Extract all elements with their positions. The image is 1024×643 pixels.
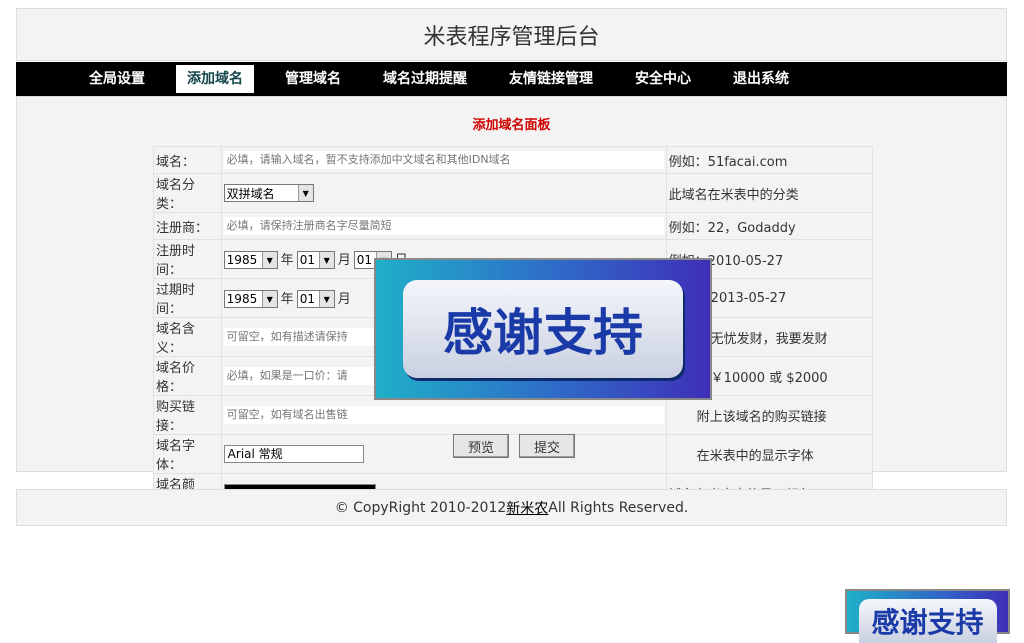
reg-year-value: 1985: [226, 253, 258, 268]
page-title: 米表程序管理后台: [423, 24, 600, 50]
preview-button[interactable]: 预览: [453, 434, 509, 458]
row-registrar: 注册商： 例如：22，Godaddy: [153, 212, 874, 240]
label-expdate: 过期时间：: [153, 278, 222, 318]
buylink-input[interactable]: [223, 406, 664, 424]
nav-manage-domains[interactable]: 管理域名: [274, 65, 352, 93]
main-nav: 全局设置 添加域名 管理域名 域名过期提醒 友情链接管理 安全中心 退出系统: [16, 62, 1007, 96]
thanks-popup-text: 感谢支持: [403, 280, 683, 378]
footer: © CopyRight 2010-2012 新米农 All Rights Res…: [16, 489, 1007, 526]
hint-font: 在米表中的显示字体: [665, 434, 874, 474]
reg-year-select[interactable]: 1985 ▼: [223, 251, 278, 270]
label-font: 域名字体：: [153, 434, 222, 474]
reg-day-value: 01: [356, 253, 372, 268]
submit-button[interactable]: 提交: [519, 434, 575, 458]
footer-link[interactable]: 新米农: [506, 498, 548, 518]
thanks-corner-text: 感谢支持: [858, 599, 997, 643]
nav-expiry-reminder[interactable]: 域名过期提醒: [372, 65, 478, 93]
hint-registrar: 例如：22，Godaddy: [665, 212, 874, 240]
category-value: 双拼域名: [226, 186, 275, 201]
row-font: 域名字体： Arial 常规 在米表中的显示字体: [153, 434, 874, 474]
exp-year-select[interactable]: 1985 ▼: [223, 290, 278, 309]
nav-global-settings[interactable]: 全局设置: [78, 65, 156, 93]
chevron-down-icon: ▼: [318, 291, 334, 308]
label-meaning: 域名含义：: [153, 317, 222, 357]
thanks-popup-banner[interactable]: 感谢支持: [374, 258, 712, 400]
footer-prefix: © CopyRight 2010-2012: [334, 499, 507, 516]
unit-year: 年: [280, 291, 294, 307]
unit-month: 月: [337, 291, 351, 307]
hint-category: 此域名在米表中的分类: [665, 173, 874, 213]
unit-year: 年: [280, 252, 294, 268]
exp-month-select[interactable]: 01 ▼: [296, 290, 335, 309]
thanks-corner-banner[interactable]: 感谢支持: [845, 589, 1010, 643]
chevron-down-icon: ▼: [318, 252, 334, 269]
domain-input[interactable]: [223, 151, 664, 169]
exp-year-value: 1985: [226, 292, 258, 307]
panel-title: 添加域名面板: [472, 118, 551, 133]
row-category: 域名分类： 双拼域名 ▼ 此域名在米表中的分类: [153, 173, 874, 213]
exp-month-value: 01: [299, 292, 315, 307]
registrar-input[interactable]: [223, 217, 664, 235]
chevron-down-icon: ▼: [297, 185, 313, 201]
label-price: 域名价格：: [153, 356, 222, 396]
chevron-down-icon: ▼: [261, 252, 277, 269]
category-select[interactable]: 双拼域名 ▼: [223, 184, 314, 202]
footer-suffix: All Rights Reserved.: [548, 499, 689, 516]
nav-security[interactable]: 安全中心: [624, 65, 702, 93]
page-header: 米表程序管理后台: [16, 8, 1007, 61]
hint-domain: 例如：51facai.com: [665, 146, 874, 174]
label-registrar: 注册商：: [153, 212, 222, 240]
reg-month-value: 01: [299, 253, 315, 268]
nav-add-domain[interactable]: 添加域名: [176, 65, 254, 93]
label-regdate: 注册时间：: [153, 239, 222, 279]
chevron-down-icon: ▼: [261, 291, 277, 308]
label-category: 域名分类：: [153, 173, 222, 213]
font-input[interactable]: Arial 常规: [223, 445, 364, 463]
row-domain: 域名： 例如：51facai.com: [153, 146, 874, 174]
label-domain: 域名：: [153, 146, 222, 174]
unit-month: 月: [337, 252, 351, 268]
reg-month-select[interactable]: 01 ▼: [296, 251, 335, 270]
nav-logout[interactable]: 退出系统: [722, 65, 800, 93]
hint-buylink: 附上该域名的购买链接: [665, 395, 874, 435]
nav-friend-links[interactable]: 友情链接管理: [498, 65, 604, 93]
row-buylink: 购买链接： 附上该域名的购买链接: [153, 395, 874, 435]
label-buylink: 购买链接：: [153, 395, 222, 435]
